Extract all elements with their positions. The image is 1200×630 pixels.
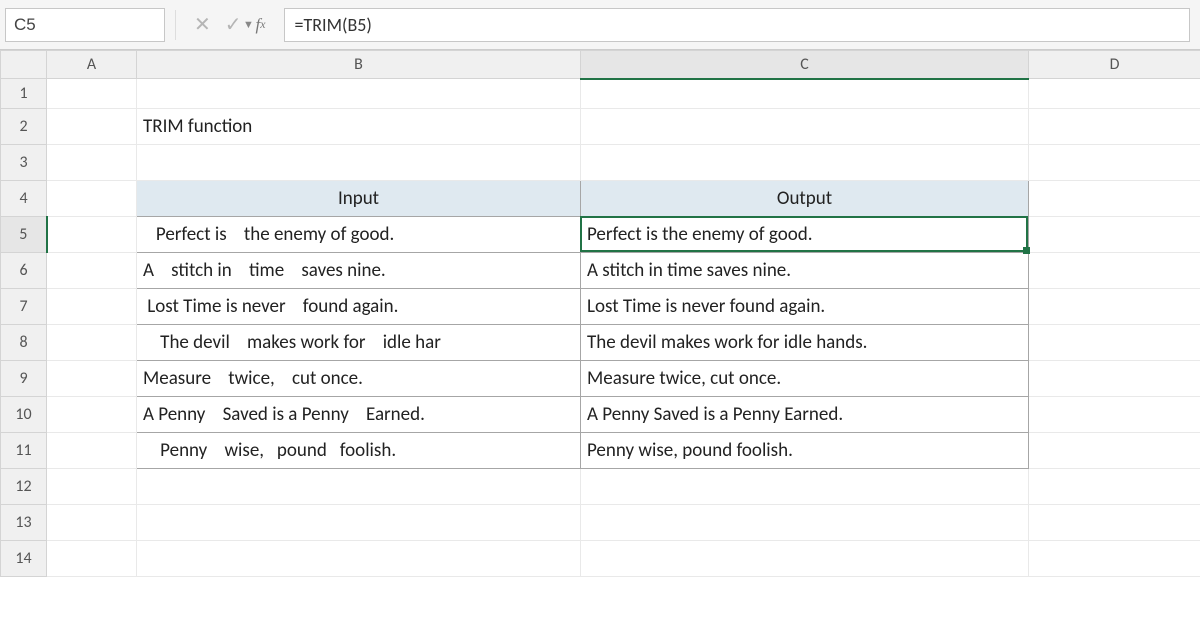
cell[interactable] — [47, 109, 137, 145]
cell[interactable] — [47, 253, 137, 289]
table-cell-output[interactable]: Measure twice, cut once. — [581, 361, 1029, 397]
cell[interactable] — [47, 361, 137, 397]
grid: A B C D 1 2 TRIM function 3 4 Input Outp… — [0, 50, 1200, 577]
cell[interactable] — [1029, 145, 1200, 181]
name-box-dropdown[interactable]: ▼ — [243, 9, 254, 41]
formula-bar: ▼ ✕ ✓ fx — [0, 0, 1200, 50]
column-header-row: A B C D — [1, 51, 1200, 79]
cell[interactable] — [1029, 361, 1200, 397]
cell[interactable] — [47, 145, 137, 181]
table-cell-input[interactable]: Penny wise, pound foolish. — [137, 433, 581, 469]
name-box-container: ▼ — [5, 8, 165, 42]
row-header[interactable]: 8 — [1, 325, 47, 361]
row-header[interactable]: 9 — [1, 361, 47, 397]
cell[interactable] — [47, 469, 137, 505]
row-header[interactable]: 13 — [1, 505, 47, 541]
cell[interactable] — [47, 505, 137, 541]
cell[interactable] — [47, 79, 137, 109]
cell[interactable] — [137, 505, 581, 541]
table-cell-output[interactable]: Lost Time is never found again. — [581, 289, 1029, 325]
cell[interactable] — [137, 145, 581, 181]
cell[interactable] — [137, 541, 581, 577]
row-header[interactable]: 5 — [1, 217, 47, 253]
cell[interactable] — [1029, 433, 1200, 469]
cell[interactable] — [47, 289, 137, 325]
table-cell-output[interactable]: A stitch in time saves nine. — [581, 253, 1029, 289]
cell[interactable] — [1029, 79, 1200, 109]
cell[interactable] — [1029, 541, 1200, 577]
cell[interactable] — [1029, 289, 1200, 325]
cell[interactable] — [47, 541, 137, 577]
col-header-A[interactable]: A — [47, 51, 137, 79]
row-header[interactable]: 7 — [1, 289, 47, 325]
select-all-corner[interactable] — [1, 51, 47, 79]
fx-icon[interactable]: fx — [256, 15, 266, 35]
formula-input[interactable] — [284, 8, 1190, 42]
table-header-output[interactable]: Output — [581, 181, 1029, 217]
name-box[interactable] — [6, 9, 243, 41]
table-cell-input[interactable]: A stitch in time saves nine. — [137, 253, 581, 289]
table-header-input[interactable]: Input — [137, 181, 581, 217]
cell[interactable] — [47, 433, 137, 469]
row-header[interactable]: 14 — [1, 541, 47, 577]
cell[interactable] — [581, 469, 1029, 505]
cell[interactable] — [1029, 109, 1200, 145]
col-header-D[interactable]: D — [1029, 51, 1200, 79]
cell[interactable] — [1029, 469, 1200, 505]
table-cell-input[interactable]: The devil makes work for idle har — [137, 325, 581, 361]
worksheet[interactable]: A B C D 1 2 TRIM function 3 4 Input Outp… — [0, 50, 1200, 577]
row-header[interactable]: 11 — [1, 433, 47, 469]
cell[interactable] — [47, 397, 137, 433]
title-cell[interactable]: TRIM function — [137, 109, 581, 145]
row-header[interactable]: 4 — [1, 181, 47, 217]
cell[interactable] — [47, 181, 137, 217]
cell[interactable] — [581, 79, 1029, 109]
cell[interactable] — [1029, 325, 1200, 361]
row-header[interactable]: 12 — [1, 469, 47, 505]
cell[interactable] — [1029, 397, 1200, 433]
row-header[interactable]: 3 — [1, 145, 47, 181]
table-cell-input[interactable]: Perfect is the enemy of good. — [137, 217, 581, 253]
row-header[interactable]: 6 — [1, 253, 47, 289]
cell[interactable] — [581, 109, 1029, 145]
table-cell-input[interactable]: Lost Time is never found again. — [137, 289, 581, 325]
table-cell-input[interactable]: Measure twice, cut once. — [137, 361, 581, 397]
table-cell-output[interactable]: Penny wise, pound foolish. — [581, 433, 1029, 469]
cell[interactable] — [137, 79, 581, 109]
active-cell[interactable]: Perfect is the enemy of good. — [581, 217, 1029, 253]
row-header[interactable]: 10 — [1, 397, 47, 433]
cell[interactable] — [581, 541, 1029, 577]
table-cell-output[interactable]: A Penny Saved is a Penny Earned. — [581, 397, 1029, 433]
row-header[interactable]: 2 — [1, 109, 47, 145]
cell[interactable] — [1029, 505, 1200, 541]
row-header[interactable]: 1 — [1, 79, 47, 109]
table-cell-output[interactable]: The devil makes work for idle hands. — [581, 325, 1029, 361]
cell[interactable] — [1029, 253, 1200, 289]
col-header-B[interactable]: B — [137, 51, 581, 79]
col-header-C[interactable]: C — [581, 51, 1029, 79]
cell[interactable] — [1029, 217, 1200, 253]
cell[interactable] — [47, 325, 137, 361]
cell[interactable] — [47, 217, 137, 253]
table-cell-input[interactable]: A Penny Saved is a Penny Earned. — [137, 397, 581, 433]
cell[interactable] — [137, 469, 581, 505]
cell[interactable] — [1029, 181, 1200, 217]
cell[interactable] — [581, 505, 1029, 541]
cell[interactable] — [581, 145, 1029, 181]
